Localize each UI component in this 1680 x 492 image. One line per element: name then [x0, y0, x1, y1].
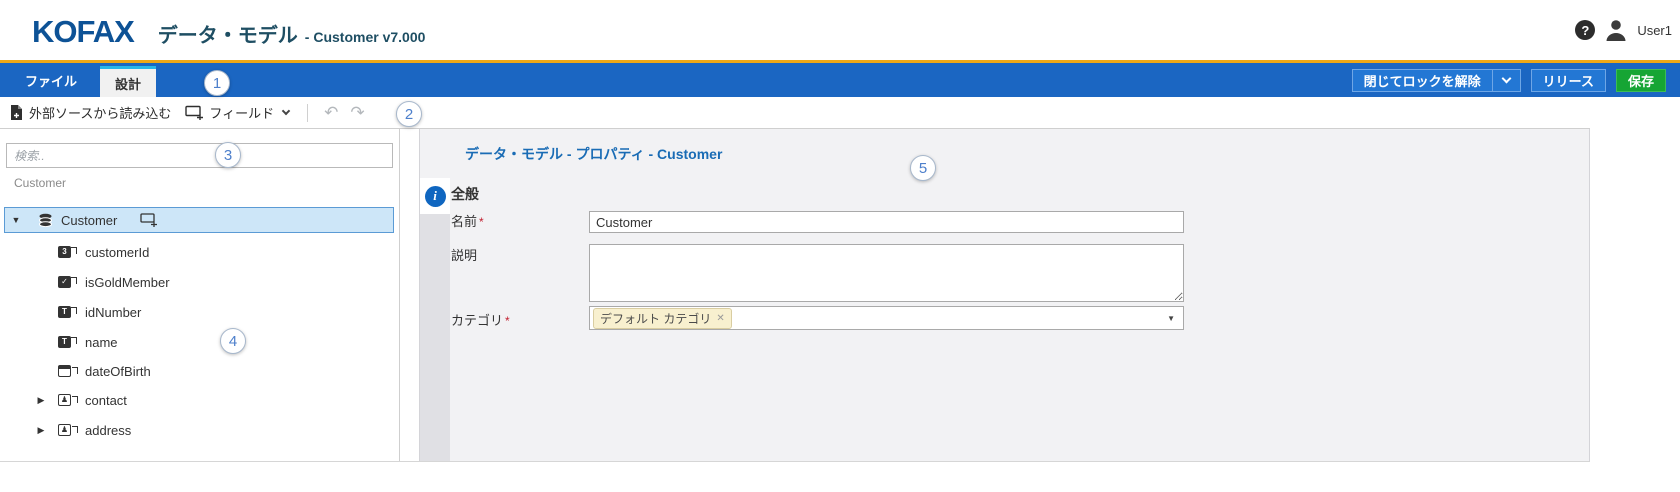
tree-row-idnumber[interactable]: T idNumber [4, 299, 394, 325]
tree-item-label: idNumber [85, 305, 141, 320]
annotation-1: 1 [204, 70, 230, 96]
text-field-icon: T [58, 336, 71, 348]
tree-row-contact[interactable]: ▶ ♟ contact [4, 387, 394, 413]
name-field[interactable] [589, 211, 1184, 233]
tab-file[interactable]: ファイル [25, 63, 77, 97]
required-marker: * [479, 215, 484, 229]
add-field-inline-icon[interactable] [140, 213, 159, 227]
tree-row-customer-root[interactable]: ▼ Customer [4, 207, 394, 233]
text-field-icon: T [58, 306, 71, 318]
chevron-down-icon [1501, 73, 1511, 83]
category-field-label: カテゴリ* [451, 310, 510, 329]
save-button[interactable]: 保存 [1616, 69, 1666, 92]
page-title: データ・モデル [158, 19, 298, 48]
annotation-2: 2 [396, 101, 422, 127]
data-model-stack-icon [38, 213, 53, 228]
category-tag-label: デフォルト カテゴリ [600, 310, 711, 327]
description-field[interactable] [589, 244, 1184, 302]
expand-caret-icon[interactable]: ▶ [36, 425, 46, 436]
header-right: ? User1 [1575, 0, 1672, 60]
annotation-3: 3 [215, 142, 241, 168]
complex-field-icon: ♟ [58, 394, 71, 406]
search-input[interactable] [6, 143, 393, 168]
complex-field-icon: ♟ [58, 424, 71, 436]
import-from-external-source-button[interactable]: 外部ソースから読み込む [8, 103, 171, 122]
tree-item-label: dateOfBirth [85, 364, 151, 379]
model-caption: Customer [14, 176, 66, 190]
required-marker: * [505, 314, 510, 328]
model-tree-panel: Customer ▼ Customer 3 customerId [0, 129, 400, 461]
tree-item-label: isGoldMember [85, 275, 170, 290]
tree-row-name[interactable]: T name [4, 329, 394, 355]
page-subtitle: - Customer v7.000 [305, 29, 426, 45]
date-field-icon [58, 365, 71, 377]
app-window: KOFAX データ・モデル - Customer v7.000 ? User1 … [0, 0, 1680, 492]
import-document-icon [8, 104, 24, 121]
field-add-icon [185, 105, 204, 120]
tree-row-isgoldmember[interactable]: ✓ isGoldMember [4, 269, 394, 295]
redo-icon[interactable]: ↷ [350, 104, 364, 121]
combo-caret-down-icon[interactable]: ▼ [1167, 314, 1175, 323]
tab-design[interactable]: 設計 [100, 66, 156, 97]
chevron-down-icon [282, 106, 290, 114]
tree-item-label: customerId [85, 245, 149, 260]
properties-tab-strip [420, 178, 450, 461]
tag-close-icon[interactable]: ✕ [716, 313, 724, 324]
tree-root-label: Customer [61, 213, 117, 228]
add-field-button[interactable]: フィールド [185, 103, 289, 122]
panel-gap [400, 129, 419, 461]
info-icon: i [425, 186, 446, 207]
ribbon-bar: ファイル 設計 閉じてロックを解除 リリース 保存 [0, 63, 1680, 97]
workspace: Customer ▼ Customer 3 customerId [0, 129, 1590, 462]
annotation-4: 4 [220, 328, 246, 354]
tree-row-address[interactable]: ▶ ♟ address [4, 417, 394, 443]
field-button-label: フィールド [209, 103, 274, 122]
close-unlock-dropdown[interactable] [1492, 69, 1521, 92]
ribbon-actions: 閉じてロックを解除 リリース 保存 [1352, 63, 1680, 97]
tree-item-label: name [85, 335, 118, 350]
close-unlock-button[interactable]: 閉じてロックを解除 [1352, 69, 1492, 92]
ribbon-tabs: ファイル 設計 [0, 63, 156, 97]
toolbar-separator [307, 104, 308, 122]
tree-item-label: contact [85, 393, 127, 408]
user-icon[interactable] [1603, 17, 1629, 43]
description-field-label: 説明 [451, 245, 477, 264]
design-toolbar: 外部ソースから読み込む フィールド ↶ ↷ [0, 97, 1590, 129]
close-unlock-split-button: 閉じてロックを解除 [1352, 69, 1521, 92]
properties-panel: データ・モデル - プロパティ - Customer i 全般 名前* 説明 カ… [419, 129, 1590, 461]
annotation-5: 5 [910, 155, 936, 181]
undo-icon[interactable]: ↶ [324, 104, 338, 121]
category-tag: デフォルト カテゴリ ✕ [593, 308, 732, 329]
expand-caret-icon[interactable]: ▶ [36, 395, 46, 406]
help-icon[interactable]: ? [1575, 20, 1595, 40]
brand: KOFAX データ・モデル - Customer v7.000 [32, 14, 425, 50]
tab-general-info[interactable]: i [420, 178, 450, 214]
name-field-label: 名前* [451, 211, 484, 230]
section-title-general: 全般 [451, 184, 479, 204]
number-field-icon: 3 [58, 246, 71, 258]
collapse-caret-icon[interactable]: ▼ [11, 215, 21, 225]
tree-row-customerid[interactable]: 3 customerId [4, 239, 394, 265]
category-combobox[interactable]: デフォルト カテゴリ ✕ ▼ [589, 306, 1184, 330]
app-header: KOFAX データ・モデル - Customer v7.000 ? User1 [0, 0, 1680, 60]
tree-row-dateofbirth[interactable]: dateOfBirth [4, 358, 394, 384]
import-button-label: 外部ソースから読み込む [29, 103, 171, 122]
kofax-logo: KOFAX [32, 14, 134, 50]
release-button[interactable]: リリース [1531, 69, 1606, 92]
properties-breadcrumb: データ・モデル - プロパティ - Customer [465, 144, 722, 164]
tree-item-label: address [85, 423, 131, 438]
user-name: User1 [1637, 23, 1672, 38]
boolean-field-icon: ✓ [58, 276, 71, 288]
